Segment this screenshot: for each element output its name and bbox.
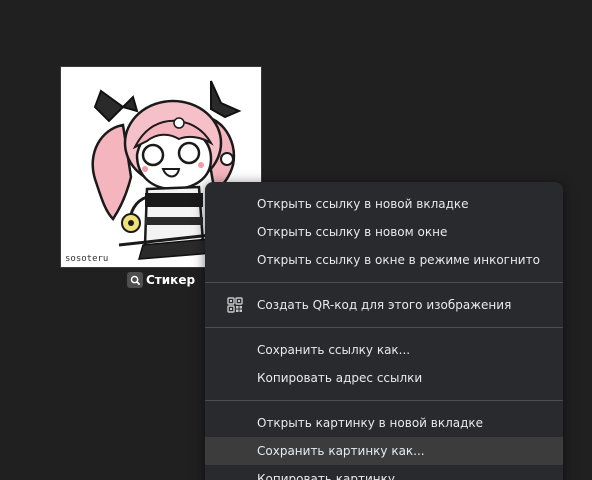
menu-item-label: Создать QR-код для этого изображения xyxy=(257,298,512,312)
context-menu: Открыть ссылку в новой вкладке Открыть с… xyxy=(205,182,563,480)
menu-item-open-link-new-tab[interactable]: Открыть ссылку в новой вкладке xyxy=(205,190,563,218)
menu-separator xyxy=(205,327,563,328)
menu-separator xyxy=(205,282,563,283)
sticker-caption-label: Стикер xyxy=(146,273,196,287)
sticker-caption: Стикер xyxy=(127,271,195,289)
menu-separator xyxy=(205,400,563,401)
menu-item-open-image-new-tab[interactable]: Открыть картинку в новой вкладке xyxy=(205,409,563,437)
menu-item-open-link-incognito[interactable]: Открыть ссылку в окне в режиме инкогнито xyxy=(205,246,563,274)
search-icon xyxy=(127,272,143,288)
qr-code-icon xyxy=(227,297,243,313)
menu-item-open-link-new-window[interactable]: Открыть ссылку в новом окне xyxy=(205,218,563,246)
artist-signature: sosoteru xyxy=(65,254,109,264)
menu-item-copy-image[interactable]: Копировать картинку xyxy=(205,465,563,480)
menu-item-create-qr-code[interactable]: Создать QR-код для этого изображения xyxy=(205,291,563,319)
page: sosoteru Стикер Открыть ссылку в новой в… xyxy=(0,0,592,480)
menu-item-copy-link-address[interactable]: Копировать адрес ссылки xyxy=(205,364,563,392)
menu-item-save-link-as[interactable]: Сохранить ссылку как... xyxy=(205,336,563,364)
menu-item-save-image-as[interactable]: Сохранить картинку как... xyxy=(205,437,563,465)
